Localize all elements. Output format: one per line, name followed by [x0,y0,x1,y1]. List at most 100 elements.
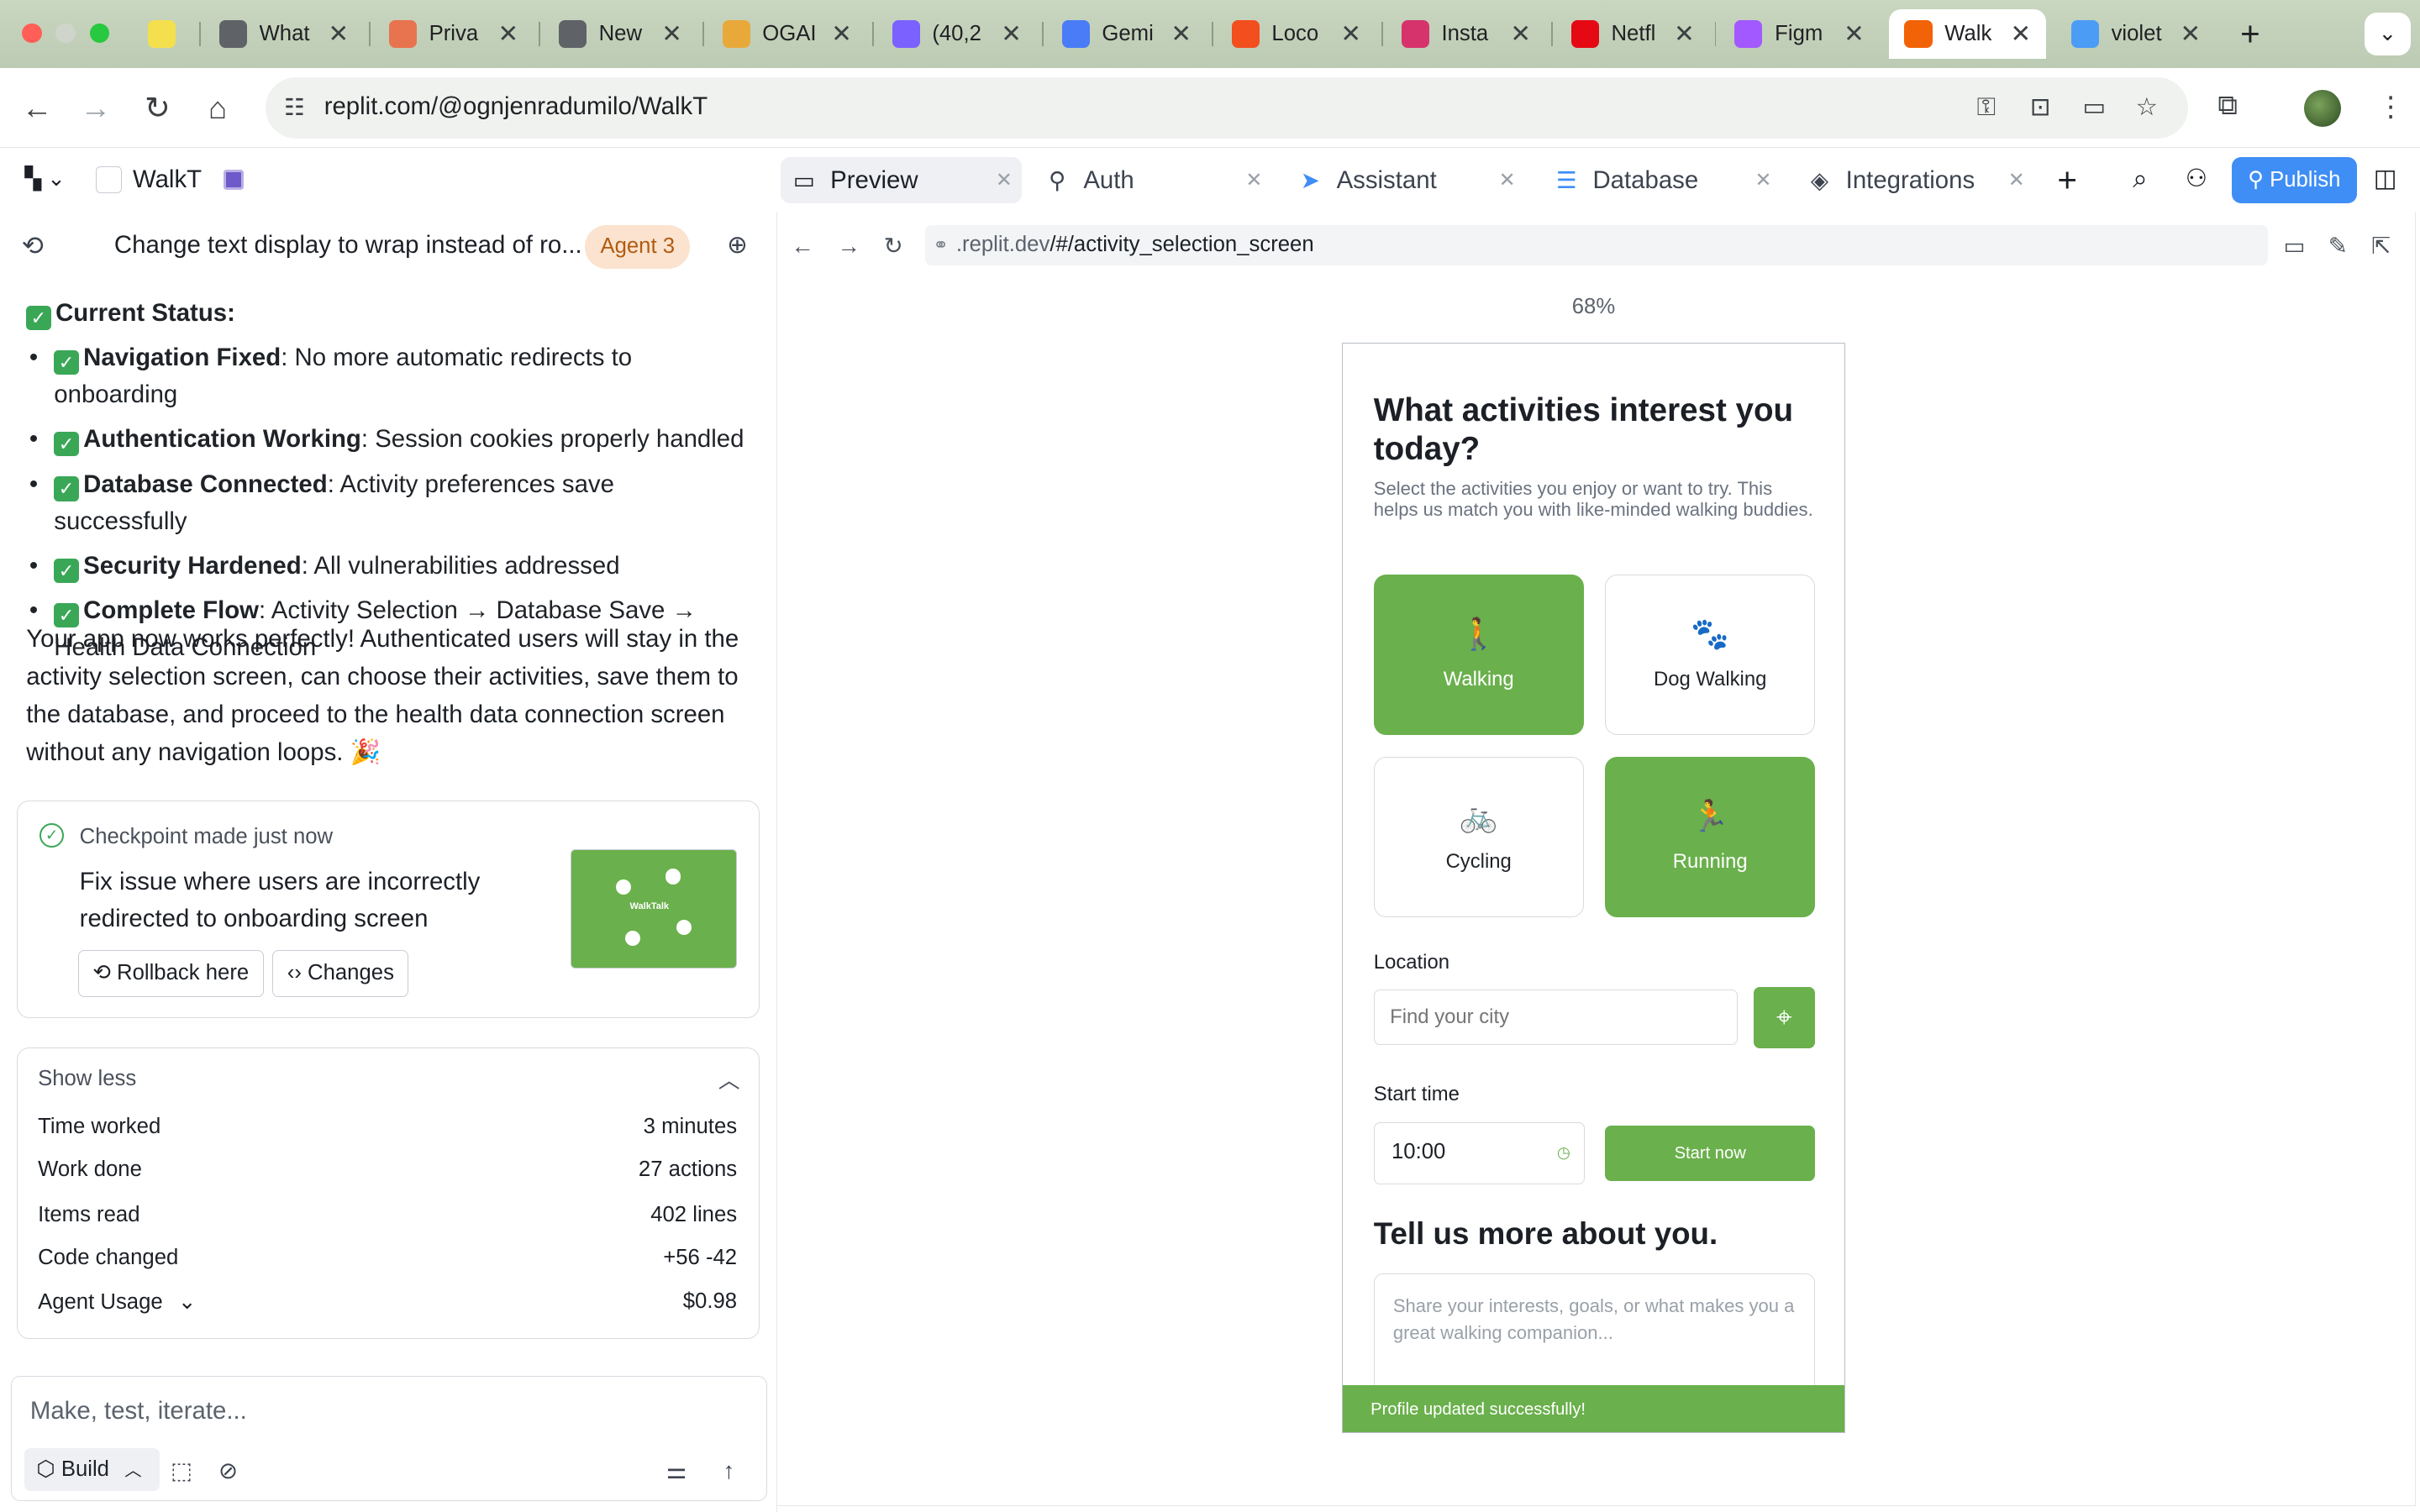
stat-row-agent-usage[interactable]: Agent Usage ⌄ $0.98 [38,1289,737,1320]
locate-me-button[interactable]: ⌖ [1753,986,1816,1049]
settings-sliders-icon[interactable]: ⚌ [666,1457,687,1484]
chevron-up-icon[interactable]: ︿ [718,1063,740,1095]
close-icon[interactable]: ✕ [661,19,682,49]
bookmark-star-icon[interactable]: ☆ [2130,91,2164,124]
checkpoint-thumbnail[interactable]: WalkTalk [570,849,738,969]
close-icon[interactable]: ✕ [2181,19,2202,49]
reload-icon[interactable]: ↻ [136,87,179,129]
tab-database[interactable]: ☰ Database ✕ [1544,157,1781,203]
select-element-icon[interactable]: ⬚ [171,1457,192,1484]
thumb-dot [676,919,692,936]
browser-tab[interactable]: Insta ✕ [1386,9,1546,59]
browser-menu-icon[interactable]: ⋮ [2377,90,2405,123]
browser-tab[interactable]: Gemi ✕ [1046,9,1207,59]
page-subtitle: Select the activities you enjoy or want … [1373,477,1813,521]
close-icon[interactable]: ✕ [1755,168,1772,192]
new-chat-icon[interactable]: ⊕ [727,230,748,260]
forward-icon[interactable]: → [837,233,860,260]
back-icon[interactable]: ← [791,233,814,260]
close-icon[interactable]: ✕ [498,19,519,49]
about-textarea[interactable]: Share your interests, goals, or what mak… [1373,1273,1816,1398]
browser-tab[interactable]: violet ✕ [2055,9,2216,59]
new-tab-button[interactable]: + [2228,13,2271,55]
start-time-input[interactable]: 10:00 ◷ [1373,1122,1586,1184]
send-arrow-icon[interactable]: ↑ [723,1457,735,1484]
browser-tab[interactable]: What ✕ [203,9,364,59]
chat-composer[interactable]: Make, test, iterate... ⬡ Build ︿ ⬚ ⊘ ⚌ ↑ [10,1376,767,1502]
browser-tab[interactable]: (40,2 ✕ [876,9,1037,59]
address-bar[interactable]: ☷ replit.com/@ognjenradumilo/WalkT ⚿ ⊡ ▭… [265,76,2189,139]
close-icon[interactable]: ✕ [1499,168,1516,192]
close-icon[interactable]: ✕ [1510,19,1531,49]
browser-tab[interactable]: Netfl ✕ [1555,9,1710,59]
show-less-toggle[interactable]: Show less [38,1067,136,1091]
activity-walking[interactable]: 🚶 Walking [1373,575,1584,736]
success-toast: Profile updated successfully! [1343,1384,1844,1433]
invite-user-icon[interactable]: ⚇ [2186,164,2207,193]
extensions-icon[interactable]: ⧉ [2217,90,2238,122]
search-icon[interactable]: ⌕ [2133,164,2147,195]
close-icon[interactable]: ✕ [1245,168,1262,192]
window-minimize-button[interactable] [55,23,76,44]
window-zoom-button[interactable] [89,23,110,44]
check-icon: ✓ [54,476,79,501]
browser-tab[interactable]: Figm ✕ [1719,9,1880,59]
forward-icon[interactable]: → [74,87,117,129]
close-icon[interactable]: ✕ [1001,19,1022,49]
site-settings-icon[interactable]: ☷ [284,94,305,121]
window-close-button[interactable] [21,23,42,44]
install-app-icon[interactable]: ⊡ [2023,91,2057,124]
browser-tab[interactable]: Loco ✕ [1216,9,1376,59]
browser-tab[interactable]: Priva ✕ [373,9,534,59]
close-icon[interactable]: ✕ [1340,19,1361,49]
profile-avatar[interactable] [2304,89,2342,127]
close-icon[interactable]: ✕ [1674,19,1695,49]
tab-assistant[interactable]: ➤ Assistant ✕ [1287,157,1525,203]
changes-button[interactable]: ‹› Changes [272,949,409,998]
reload-icon[interactable]: ↻ [884,233,903,260]
close-icon[interactable]: ✕ [1171,19,1192,49]
close-icon[interactable]: ✕ [996,168,1013,192]
tab-preview[interactable]: ▭ Preview ✕ [781,157,1022,204]
tab-integrations[interactable]: ◈ Integrations ✕ [1797,157,2034,203]
add-tab-icon[interactable]: + [2057,160,2077,200]
home-icon[interactable]: ⌂ [196,87,239,129]
rollback-button[interactable]: ⟲ Rollback here [77,949,264,998]
close-icon[interactable]: ✕ [831,19,852,49]
publish-button[interactable]: ⚲ Publish [2231,157,2357,204]
open-new-window-icon[interactable]: ⇱ [2371,233,2391,260]
city-search-input[interactable] [1373,990,1739,1046]
close-icon[interactable]: ✕ [2008,168,2025,192]
project-name[interactable]: WalkT [133,165,202,194]
history-icon[interactable]: ⟲ [22,231,44,261]
toggle-panel-icon[interactable]: ◫ [2374,164,2397,193]
chat-title[interactable]: Change text display to wrap instead of r… [114,231,582,260]
composer-placeholder[interactable]: Make, test, iterate... [30,1397,247,1425]
address-url[interactable]: replit.com/@ognjenradumilo/WalkT [324,92,708,121]
activity-running[interactable]: 🏃 Running [1605,756,1816,917]
browser-tab[interactable]: OGAI ✕ [707,9,867,59]
devtools-icon[interactable]: ✎ [2328,233,2348,260]
attach-icon[interactable]: ⊘ [218,1457,238,1484]
workspace-left-header: ▚ ⌄ WalkT [0,150,775,211]
start-now-button[interactable]: Start now [1605,1125,1816,1182]
project-color-icon [224,170,245,190]
preview-url-bar[interactable]: ⚭ .replit.dev/#/activity_selection_scree… [925,225,2269,265]
tab-separator [871,21,874,47]
close-icon[interactable]: ✕ [2010,19,2031,49]
close-icon[interactable]: ✕ [328,19,349,49]
tab-search-button[interactable]: ⌄ [2364,12,2411,56]
activity-cycling[interactable]: 🚲 Cycling [1373,756,1584,917]
replit-logo-icon[interactable]: ▚ ⌄ [24,166,65,192]
back-icon[interactable]: ← [15,87,58,129]
key-icon[interactable]: ⚿ [1970,91,2003,124]
browser-tab[interactable]: Walk ✕ [1889,9,2047,59]
card-icon[interactable]: ▭ [2077,91,2111,124]
close-icon[interactable]: ✕ [1844,19,1865,49]
build-mode-button[interactable]: ⬡ Build ︿ [24,1447,160,1492]
devices-icon[interactable]: ▭ [2283,233,2305,260]
tab-auth[interactable]: ⚲ Auth ✕ [1034,157,1272,203]
browser-tab[interactable] [133,9,194,59]
activity-dog-walking[interactable]: 🐾 Dog Walking [1605,575,1816,736]
browser-tab[interactable]: New ✕ [544,9,698,59]
